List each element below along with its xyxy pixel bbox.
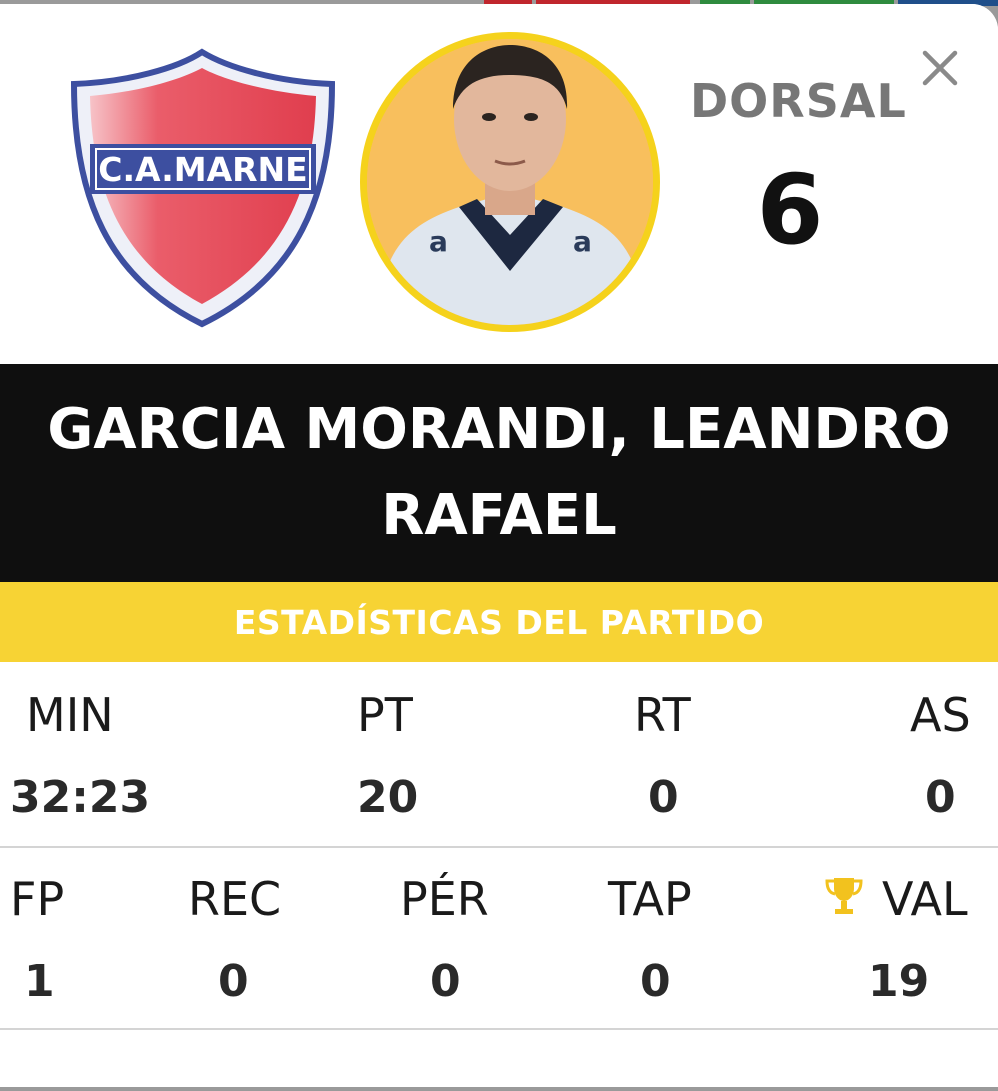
modal-header: C.A.MARNE a a DORSAL 6: [0, 4, 998, 364]
stat-label-min: MIN: [26, 688, 114, 742]
team-logo-text: C.A.MARNE: [98, 150, 307, 189]
stat-label-val: VAL: [882, 872, 968, 926]
stat-label-fp: FP: [10, 872, 65, 926]
stat-value-tap: 0: [640, 956, 671, 1007]
team-logo: C.A.MARNE: [70, 48, 336, 328]
stat-value-pt: 20: [357, 772, 419, 823]
stats-title-bar: ESTADÍSTICAS DEL PARTIDO: [0, 582, 998, 662]
stat-value-as: 0: [925, 772, 956, 823]
stat-value-rec: 0: [218, 956, 249, 1007]
stat-value-fp: 1: [24, 956, 55, 1007]
stat-label-tap: TAP: [608, 872, 692, 926]
trophy-icon: [825, 878, 863, 914]
stat-value-val: 19: [868, 956, 930, 1007]
dorsal-label: DORSAL: [690, 74, 907, 128]
player-name-bar: GARCIA MORANDI, LEANDRO RAFAEL: [0, 364, 998, 582]
player-photo: a a: [360, 32, 660, 332]
close-icon[interactable]: [916, 44, 964, 92]
dorsal-number: 6: [756, 154, 824, 266]
stats-row-2: FP 1 REC 0 PÉR 0 TAP 0 VAL 19: [0, 848, 998, 1028]
player-name: GARCIA MORANDI, LEANDRO RAFAEL: [47, 397, 951, 548]
player-stats-modal: C.A.MARNE a a DORSAL 6 GARCIA MORANDI, L…: [0, 4, 998, 1087]
stat-label-rec: REC: [188, 872, 282, 926]
stat-label-per: PÉR: [400, 872, 489, 926]
stats-title: ESTADÍSTICAS DEL PARTIDO: [233, 602, 765, 642]
stat-label-pt: PT: [357, 688, 413, 742]
stat-value-min: 32:23: [10, 772, 151, 823]
stat-value-rt: 0: [648, 772, 679, 823]
svg-text:a: a: [429, 225, 448, 258]
svg-text:a: a: [573, 225, 592, 258]
stat-label-as: AS: [910, 688, 971, 742]
stat-value-per: 0: [430, 956, 461, 1007]
stats-divider-bottom: [0, 1028, 998, 1030]
stats-row-1: MIN 32:23 PT 20 RT 0 AS 0: [0, 662, 998, 846]
stat-label-rt: RT: [634, 688, 691, 742]
